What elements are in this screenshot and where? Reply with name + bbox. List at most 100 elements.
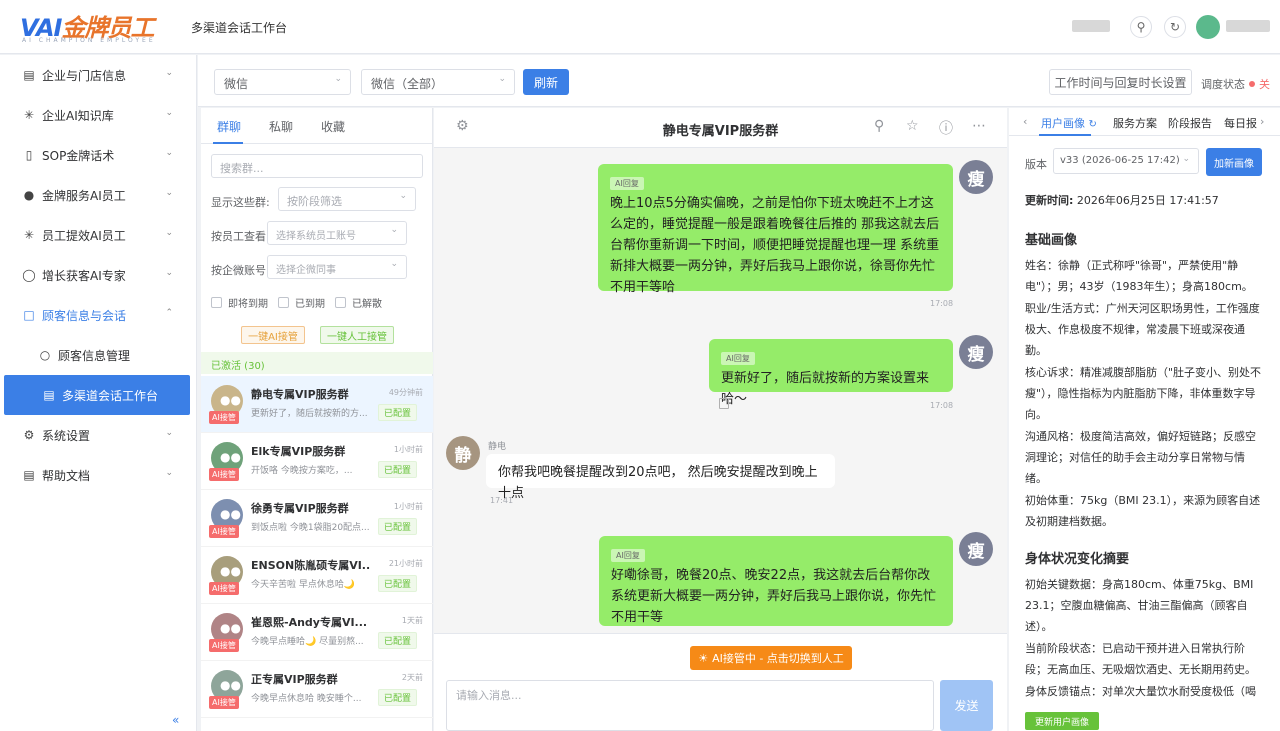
tab-group-chat[interactable]: 群聊	[217, 118, 241, 135]
chevron-down-icon: ⌄	[498, 74, 506, 84]
info-icon[interactable]: ⓘ	[939, 118, 953, 138]
message-bubble: AI回复 好嘞徐哥，晚餐20点、晚安22点，我这就去后台帮你改 系统更新大概要一…	[599, 536, 953, 626]
chat-icon: ▤	[43, 388, 55, 402]
chat-area: ⚙ 静电专属VIP服务群 ⚲ ☆ ⓘ ⋯ AI回复 晚上10点5分确实偏晚，之前…	[434, 108, 1007, 731]
user-outline-icon: ○	[39, 348, 51, 362]
config-status-badge: 已配置	[377, 575, 417, 592]
sidebar: ▤ 企业与门店信息 ⌄ ✳ 企业AI知识库 ⌄ ▯ SOP金牌话术 ⌄ ● 金牌服务AI员工 ⌄…	[0, 55, 197, 731]
group-list-item[interactable]: ●● AI接管 静电专属VIP服务群 49分钟前 更新好了，随后就按新的方... 已配置	[201, 376, 433, 433]
tab-private-chat[interactable]: 私聊	[269, 118, 293, 135]
group-search-input[interactable]: 搜索群...	[211, 154, 423, 178]
ai-takeover-all-button[interactable]: 一键AI接管	[241, 326, 305, 344]
scroll-right-icon[interactable]: ›	[1260, 115, 1264, 128]
config-status-badge: 已配置	[377, 689, 417, 706]
group-name: ENSON陈胤硕专属VI...	[251, 559, 371, 572]
chevron-down-icon: ⌄	[165, 108, 173, 118]
tab-daily-report[interactable]: 每日报	[1224, 115, 1257, 131]
group-list-panel: 群聊 私聊 收藏 搜索群... 显示这些群: 按阶段筛选 ⌄ 按员工查看 选择系统…	[201, 108, 433, 731]
refresh-icon[interactable]: ↻	[1164, 16, 1186, 38]
ai-takeover-toggle-button[interactable]: ☀ AI接管中 - 点击切换到人工	[690, 646, 852, 670]
sidebar-item-customer-manage[interactable]: ○ 顾客信息管理	[0, 335, 197, 375]
chevron-down-icon: ⌄	[399, 191, 407, 201]
by-employee-label: 按员工查看	[211, 230, 266, 243]
stage-filter-select[interactable]: 按阶段筛选 ⌄	[278, 187, 416, 211]
group-name: 正专属VIP服务群	[251, 673, 338, 686]
update-profile-button[interactable]: 更新用户画像	[1025, 712, 1099, 730]
tab-stage-report[interactable]: 阶段报告	[1168, 115, 1212, 131]
sidebar-item-company[interactable]: ▤ 企业与门店信息 ⌄	[0, 55, 197, 95]
sidebar-item-growth-ai[interactable]: ◯ 增长获客AI专家 ⌄	[0, 255, 197, 295]
chevron-down-icon: ⌄	[334, 74, 342, 84]
work-time-settings-button[interactable]: 工作时间与回复时长设置	[1049, 69, 1192, 95]
collapse-sidebar-icon[interactable]: «	[172, 713, 179, 727]
group-list-item[interactable]: ●● AI接管 ENSON陈胤硕专属VI... 21小时前 今天辛苦啦 早点休息哈🌙 已配…	[201, 547, 433, 604]
show-groups-label: 显示这些群:	[211, 196, 270, 209]
checkbox-expired[interactable]: 已到期	[278, 295, 325, 310]
avatar[interactable]	[1196, 15, 1220, 39]
message-bubble: 你帮我吧晚餐提醒改到20点吧， 然后晚安提醒改到晚上十点	[486, 454, 835, 501]
body-line: 初始关键数据：身高180cm、体重75kg、BMI 23.1；空腹血糖偏高、甘油…	[1025, 578, 1254, 633]
employee-select[interactable]: 选择系统员工账号 ⌄	[267, 221, 407, 245]
tab-user-profile[interactable]: 用户画像 ↻	[1041, 115, 1097, 131]
sidebar-item-settings[interactable]: ⚙ 系统设置 ⌄	[0, 415, 197, 455]
trophy-icon: ◯	[22, 268, 36, 282]
sidebar-item-chat-workbench[interactable]: ▤ 多渠道会话工作台	[4, 375, 190, 415]
sidebar-item-customer[interactable]: □ 顾客信息与会话 ⌃	[0, 295, 197, 335]
group-preview: 开饭咯 今晚按方案吃，...	[251, 466, 353, 476]
checkbox-expiring[interactable]: 即将到期	[211, 295, 268, 310]
page-title: 多渠道会话工作台	[191, 21, 288, 35]
active-count: 已激活 (30)	[201, 352, 433, 374]
sidebar-item-service-ai[interactable]: ● 金牌服务AI员工 ⌄	[0, 175, 197, 215]
sidebar-item-help[interactable]: ▤ 帮助文档 ⌄	[0, 455, 197, 495]
search-icon[interactable]: ⚲	[874, 118, 884, 134]
send-button[interactable]: 发送	[940, 680, 993, 731]
group-list-item[interactable]: ●● AI接管 崔恩熙-Andy专属VI... 1天前 今晚早点睡哈🌙 尽量别熬... 已…	[201, 604, 433, 661]
chevron-down-icon: ⌄	[390, 225, 398, 235]
wecom-select[interactable]: 选择企微同事 ⌄	[267, 255, 407, 279]
copy-icon[interactable]	[719, 398, 729, 409]
message-input[interactable]: 请输入消息...	[446, 680, 934, 731]
search-icon[interactable]: ⚲	[1130, 16, 1152, 38]
chevron-down-icon: ⌄	[165, 468, 173, 478]
scroll-left-icon[interactable]: ‹	[1023, 115, 1027, 128]
logo-subtitle: AI CHAMPION EMPLOYEE	[22, 37, 156, 44]
group-time: 1小时前	[393, 502, 423, 511]
sender-name: 静电	[488, 442, 507, 452]
folder-icon: □	[23, 308, 35, 322]
schedule-status[interactable]: 调度状态关	[1201, 76, 1270, 92]
star-icon[interactable]: ☆	[906, 118, 919, 134]
avatar: 瘦	[959, 532, 993, 566]
tab-service-plan[interactable]: 服务方案	[1113, 115, 1157, 131]
group-list-item[interactable]: ●● AI接管 Elk专属VIP服务群 1小时前 开饭咯 今晚按方案吃，... 已配置	[201, 433, 433, 490]
group-list-item[interactable]: ●● AI接管 徐勇专属VIP服务群 1小时前 到饭点啦 今晚1袋脂20配点... 已配置	[201, 490, 433, 547]
sidebar-item-sop[interactable]: ▯ SOP金牌话术 ⌄	[0, 135, 197, 175]
body-line: 当前阶段状态：已启动干预并进入日常执行阶段；无高血压、无吸烟饮酒史、无长期用药史…	[1025, 642, 1256, 676]
tab-favorites[interactable]: 收藏	[321, 118, 345, 135]
checkbox-dissolved[interactable]: 已解散	[335, 295, 382, 310]
customer-profile-panel: ‹ 用户画像 ↻ 服务方案 阶段报告 每日报 › 版本 v33 (2026-06…	[1009, 108, 1280, 731]
chat-type-tabs: 群聊 私聊 收藏	[201, 108, 433, 144]
group-preview: 今晚早点休息哈 晚安睡个...	[251, 694, 362, 704]
config-status-badge: 已配置	[377, 518, 417, 535]
profile-tabs: ‹ 用户画像 ↻ 服务方案 阶段报告 每日报 ›	[1009, 108, 1280, 136]
refresh-button[interactable]: 刷新	[523, 69, 569, 95]
status-dot	[1249, 81, 1255, 87]
manual-takeover-all-button[interactable]: 一键人工接管	[320, 326, 394, 344]
group-list-item[interactable]: ●● AI接管 正专属VIP服务群 2天前 今晚早点休息哈 晚安睡个... 已配置	[201, 661, 433, 718]
avatar: 静	[446, 436, 480, 470]
blurred-account-name	[1226, 20, 1270, 32]
chevron-down-icon: ⌄	[165, 188, 173, 198]
channel-select[interactable]: 微信 ⌄	[214, 69, 351, 95]
sidebar-item-knowledge[interactable]: ✳ 企业AI知识库 ⌄	[0, 95, 197, 135]
add-profile-button[interactable]: 加新画像	[1206, 148, 1262, 176]
version-select[interactable]: v33 (2026-06-25 17:42) ⌄	[1053, 148, 1199, 174]
group-time: 2天前	[401, 673, 423, 682]
ai-takeover-badge: AI接管	[209, 525, 239, 538]
chevron-up-icon: ⌃	[165, 308, 173, 318]
top-header: VAI金牌员工 AI CHAMPION EMPLOYEE 多渠道会话工作台 ⚲ …	[0, 0, 1280, 54]
building-icon: ▤	[23, 68, 35, 82]
sidebar-item-efficiency-ai[interactable]: ✳ 员工提效AI员工 ⌄	[0, 215, 197, 255]
more-icon[interactable]: ⋯	[972, 118, 986, 134]
ai-takeover-badge: AI接管	[209, 639, 239, 652]
account-select[interactable]: 微信（全部） ⌄	[361, 69, 515, 95]
